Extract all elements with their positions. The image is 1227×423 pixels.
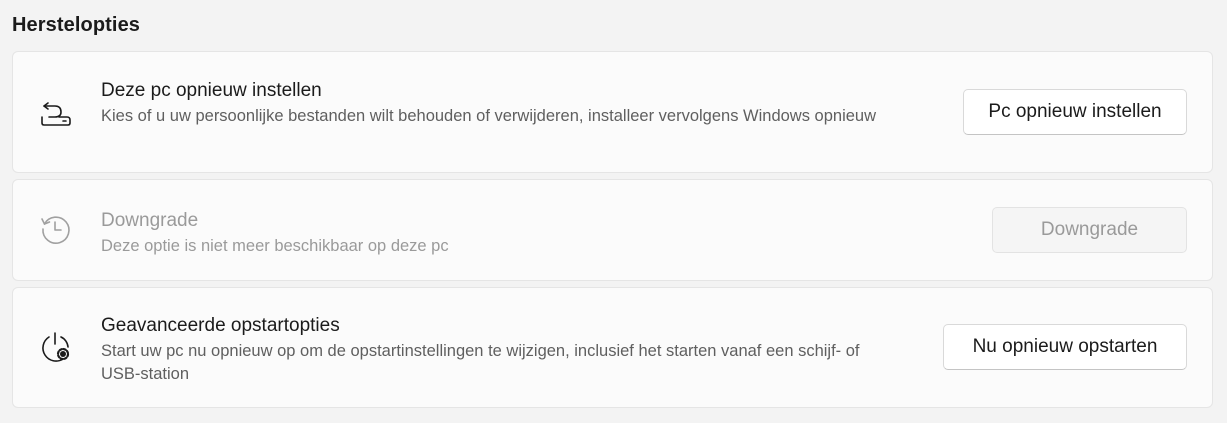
- advanced-startup-description: Start uw pc nu opnieuw op om de opstarti…: [101, 342, 860, 383]
- downgrade-title: Downgrade: [101, 210, 199, 231]
- reset-pc-title: Deze pc opnieuw instellen: [101, 80, 322, 101]
- reset-pc-icon: [39, 95, 73, 129]
- reset-pc-description: Kies of u uw persoonlijke bestanden wilt…: [101, 107, 877, 125]
- reset-pc-card: Deze pc opnieuw instellen Kies of u uw p…: [12, 51, 1213, 173]
- advanced-startup-icon: [39, 330, 73, 364]
- history-icon: [39, 212, 73, 246]
- section-title: Herstelopties: [12, 14, 141, 36]
- downgrade-card: Downgrade Deze optie is niet meer beschi…: [12, 179, 1213, 281]
- advanced-startup-title: Geavanceerde opstartopties: [101, 315, 340, 336]
- advanced-startup-card: Geavanceerde opstartopties Start uw pc n…: [12, 287, 1213, 408]
- restart-now-button[interactable]: Nu opnieuw opstarten: [943, 324, 1187, 370]
- reset-pc-button[interactable]: Pc opnieuw instellen: [963, 89, 1187, 135]
- downgrade-button[interactable]: Downgrade: [992, 207, 1187, 253]
- downgrade-description: Deze optie is niet meer beschikbaar op d…: [101, 237, 449, 255]
